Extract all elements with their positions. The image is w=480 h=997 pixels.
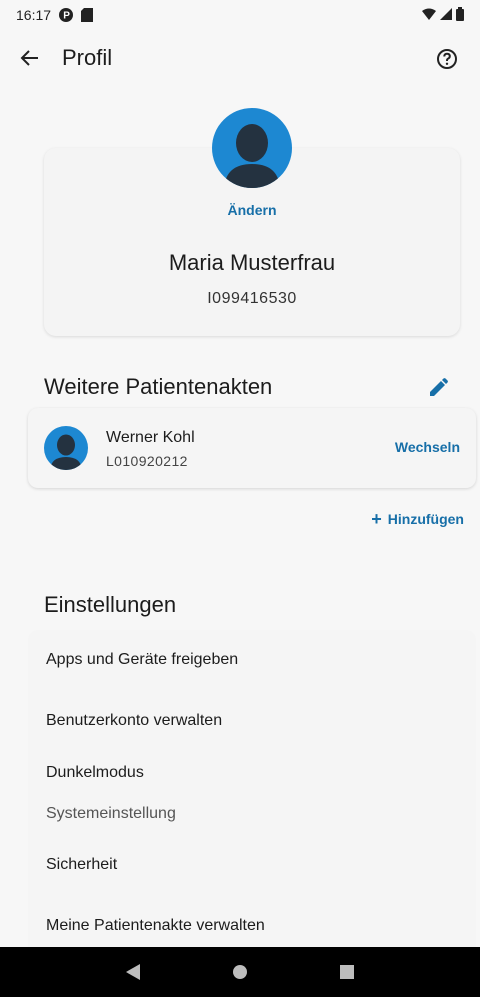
other-records-title: Weitere Patientenakten	[44, 374, 273, 399]
dark-mode-value: Systemeinstellung	[46, 805, 176, 822]
page-title: Profil	[62, 45, 113, 70]
help-circle-icon	[437, 49, 457, 69]
circle-home-icon	[232, 965, 247, 979]
settings-panel	[28, 630, 476, 948]
status-bar: 16:17 P	[0, 0, 480, 30]
patient-record-card[interactable]: Werner Kohl L010920212 Wechseln	[28, 408, 476, 488]
svg-text:P: P	[63, 11, 70, 22]
person-avatar-icon	[50, 434, 82, 470]
back-button[interactable]	[12, 40, 48, 76]
nav-back-button[interactable]	[123, 962, 143, 982]
add-record-button[interactable]: + Hinzufügen	[371, 510, 464, 528]
person-avatar-icon	[224, 124, 280, 188]
profile-name: Maria Musterfrau	[168, 250, 336, 275]
signal-icon	[440, 7, 452, 23]
settings-item-share-apps[interactable]: Apps und Geräte freigeben	[46, 651, 238, 669]
patient-name: Werner Kohl	[106, 429, 195, 446]
triangle-back-icon	[126, 964, 141, 980]
edit-records-button[interactable]	[424, 374, 452, 402]
arrow-back-icon	[20, 50, 38, 66]
settings-item-manage-record[interactable]: Meine Patientenakte verwalten	[46, 917, 265, 935]
pencil-icon	[430, 378, 448, 396]
patient-id: L010920212	[106, 453, 188, 469]
help-button[interactable]	[430, 42, 464, 76]
avatar	[44, 426, 88, 470]
switch-record-button[interactable]: Wechseln	[395, 439, 460, 455]
sd-card-icon	[81, 8, 95, 22]
battery-icon	[456, 6, 464, 24]
settings-item-security[interactable]: Sicherheit	[46, 856, 117, 874]
nav-home-button[interactable]	[230, 962, 250, 982]
change-avatar-link[interactable]: Ändern	[44, 202, 460, 218]
add-record-label: Hinzufügen	[387, 511, 464, 527]
avatar[interactable]	[212, 108, 292, 188]
wifi-icon	[422, 7, 436, 23]
settings-item-dark-mode[interactable]: Dunkelmodus	[46, 764, 144, 782]
profile-id: I099416530	[207, 290, 297, 307]
status-time: 16:17	[16, 7, 52, 23]
plus-icon: +	[371, 509, 382, 529]
nav-recents-button[interactable]	[337, 962, 357, 982]
square-recents-icon	[339, 965, 354, 979]
app-p-icon: P	[59, 8, 74, 22]
settings-item-account[interactable]: Benutzerkonto verwalten	[46, 712, 222, 730]
settings-title: Einstellungen	[44, 592, 177, 617]
system-nav-bar	[0, 947, 480, 997]
app-bar: Profil	[0, 34, 480, 82]
